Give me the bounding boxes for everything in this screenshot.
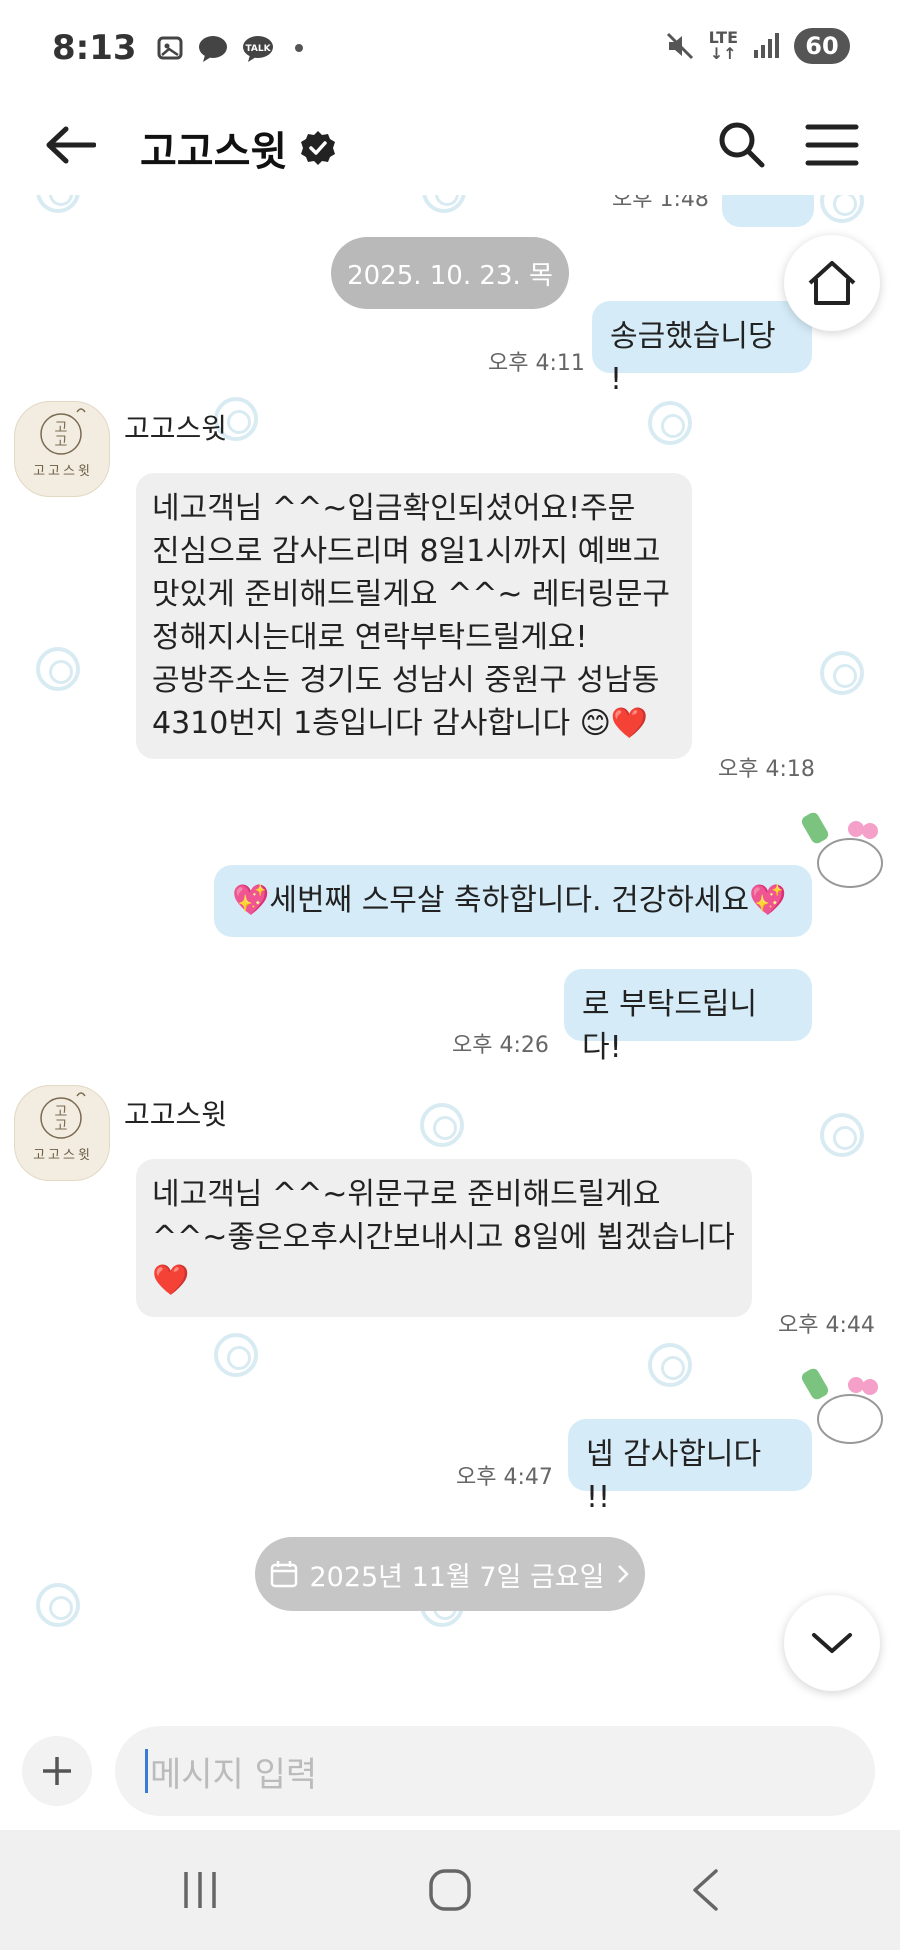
background-swirl-icon xyxy=(36,195,80,213)
chat-messages-area[interactable]: 오후 1:48 2025. 10. 23. 목 오후 4:11 송금했습니당 !… xyxy=(0,195,900,1710)
background-swirl-icon xyxy=(820,651,864,695)
message-time: 오후 4:18 xyxy=(718,757,815,782)
svg-text:고: 고 xyxy=(55,434,68,450)
outgoing-message-bubble[interactable]: 💖세번째 스무살 축하합니다. 건강하세요💖 xyxy=(214,865,812,937)
background-swirl-icon xyxy=(648,1343,692,1387)
message-line: 네고객님 ^^~위문구로 준비해드릴게요 xyxy=(152,1177,661,1212)
message-line: 공방주소는 경기도 성남시 중원구 성남동 xyxy=(152,663,660,698)
message-text: 송금했습니당 ! xyxy=(610,319,776,397)
attach-button[interactable] xyxy=(22,1736,92,1806)
home-nav-icon[interactable] xyxy=(428,1868,472,1912)
message-input-placeholder: 메시지 입력 xyxy=(150,1754,318,1795)
message-bubble-partial[interactable] xyxy=(722,195,814,227)
message-time: 오후 1:48 xyxy=(612,195,709,212)
message-text: 💖세번째 스무살 축하합니다. 건강하세요💖 xyxy=(232,883,787,918)
message-time: 오후 4:11 xyxy=(488,351,585,376)
message-input-bar: 메시지 입력 xyxy=(0,1710,900,1830)
talk-icon: TALK xyxy=(242,35,273,62)
recent-apps-icon[interactable] xyxy=(180,1870,220,1910)
incoming-message-bubble[interactable]: 네고객님 ^^~입금확인되셨어요!주문 진심으로 감사드리며 8일1시까지 예쁘… xyxy=(136,473,692,759)
svg-text:TALK: TALK xyxy=(245,44,271,54)
chevron-right-icon xyxy=(617,1565,629,1583)
chevron-down-icon xyxy=(812,1633,852,1653)
verified-badge-icon xyxy=(301,131,336,165)
message-time: 오후 4:44 xyxy=(778,1313,875,1338)
chat-header: 고고스윗 xyxy=(0,95,900,195)
scroll-to-bottom-button[interactable] xyxy=(784,1595,880,1691)
room-title: 고고스윗 xyxy=(140,119,337,177)
battery-indicator: 60 xyxy=(794,28,850,64)
message-line: ^^~좋은오후시간보내시고 8일에 뵙겠습니다 xyxy=(152,1220,735,1255)
text-cursor xyxy=(145,1749,148,1793)
back-button[interactable] xyxy=(40,117,100,173)
back-nav-icon[interactable] xyxy=(690,1868,720,1912)
background-swirl-icon xyxy=(820,1113,864,1157)
background-swirl-icon xyxy=(648,401,692,445)
more-notifications-dot xyxy=(294,43,303,52)
notification-icons: TALK xyxy=(155,33,303,63)
hamburger-menu-icon xyxy=(805,124,859,166)
calendar-schedule-chip[interactable]: 2025년 11월 7일 금요일 xyxy=(255,1537,645,1611)
signal-icon xyxy=(754,33,779,58)
menu-button[interactable] xyxy=(804,117,860,173)
outgoing-message-bubble[interactable]: 송금했습니당 ! xyxy=(592,301,812,397)
home-button[interactable] xyxy=(784,235,880,331)
message-input[interactable]: 메시지 입력 xyxy=(115,1726,875,1816)
background-swirl-icon xyxy=(422,195,466,213)
background-swirl-icon xyxy=(820,195,864,223)
chat-bubble-icon xyxy=(198,35,227,62)
message-line: 맛있게 준비해드릴게요 ^^~ 레터링문구 xyxy=(152,577,671,612)
message-line: 정해지시는대로 연락부탁드릴게요! xyxy=(152,620,588,655)
status-bar: 8:13 TALK LTE ↓↑ 60 xyxy=(0,0,900,95)
background-swirl-icon xyxy=(36,647,80,691)
plus-icon xyxy=(43,1757,71,1785)
gallery-notification-icon xyxy=(157,36,183,59)
message-text: 넵 감사합니다 !! xyxy=(586,1437,762,1515)
mute-icon xyxy=(666,32,693,60)
avatar-label: 고고스윗 xyxy=(33,464,93,479)
cake-logo-icon: 고고 xyxy=(40,408,86,455)
avatar-label: 고고스윗 xyxy=(33,1148,93,1163)
sender-name: 고고스윗 xyxy=(124,412,228,445)
incoming-message-bubble[interactable]: 네고객님 ^^~위문구로 준비해드릴게요 ^^~좋은오후시간보내시고 8일에 뵙… xyxy=(136,1159,752,1317)
background-swirl-icon xyxy=(36,1583,80,1627)
message-text: 로 부탁드립니다! xyxy=(582,987,758,1065)
outgoing-message-bubble[interactable]: 로 부탁드립니다! xyxy=(564,969,812,1065)
message-line: 네고객님 ^^~입금확인되셨어요!주문 xyxy=(152,491,636,526)
message-line: 4310번지 1층입니다 감사합니다 😊❤️ xyxy=(152,706,649,741)
message-line: ❤️ xyxy=(152,1263,190,1298)
lte-indicator: LTE ↓↑ xyxy=(708,28,738,63)
search-icon xyxy=(719,122,765,168)
sender-name: 고고스윗 xyxy=(124,1098,228,1131)
svg-text:고: 고 xyxy=(55,1118,68,1134)
status-time: 8:13 xyxy=(52,27,137,68)
cake-logo-icon: 고고 xyxy=(40,1092,86,1139)
date-divider: 2025. 10. 23. 목 xyxy=(331,237,569,309)
message-line: 진심으로 감사드리며 8일1시까지 예쁘고 xyxy=(152,534,661,569)
message-time: 오후 4:47 xyxy=(456,1465,553,1490)
room-name: 고고스윗 xyxy=(140,129,288,175)
background-swirl-icon xyxy=(420,1103,464,1147)
network-label: LTE xyxy=(708,28,738,47)
home-icon xyxy=(808,261,856,305)
system-status: LTE ↓↑ 60 xyxy=(665,28,850,64)
system-navigation-bar xyxy=(0,1830,900,1950)
schedule-date: 2025년 11월 7일 금요일 xyxy=(309,1561,605,1593)
outgoing-message-bubble[interactable]: 넵 감사합니다 !! xyxy=(568,1419,812,1515)
search-button[interactable] xyxy=(714,117,770,173)
sender-avatar[interactable]: 고고 고고스윗 xyxy=(14,1085,110,1181)
back-arrow-icon xyxy=(46,126,96,164)
sender-avatar[interactable]: 고고 고고스윗 xyxy=(14,401,110,497)
calendar-icon xyxy=(271,1561,298,1588)
message-time: 오후 4:26 xyxy=(452,1033,549,1058)
background-swirl-icon xyxy=(214,1333,258,1377)
